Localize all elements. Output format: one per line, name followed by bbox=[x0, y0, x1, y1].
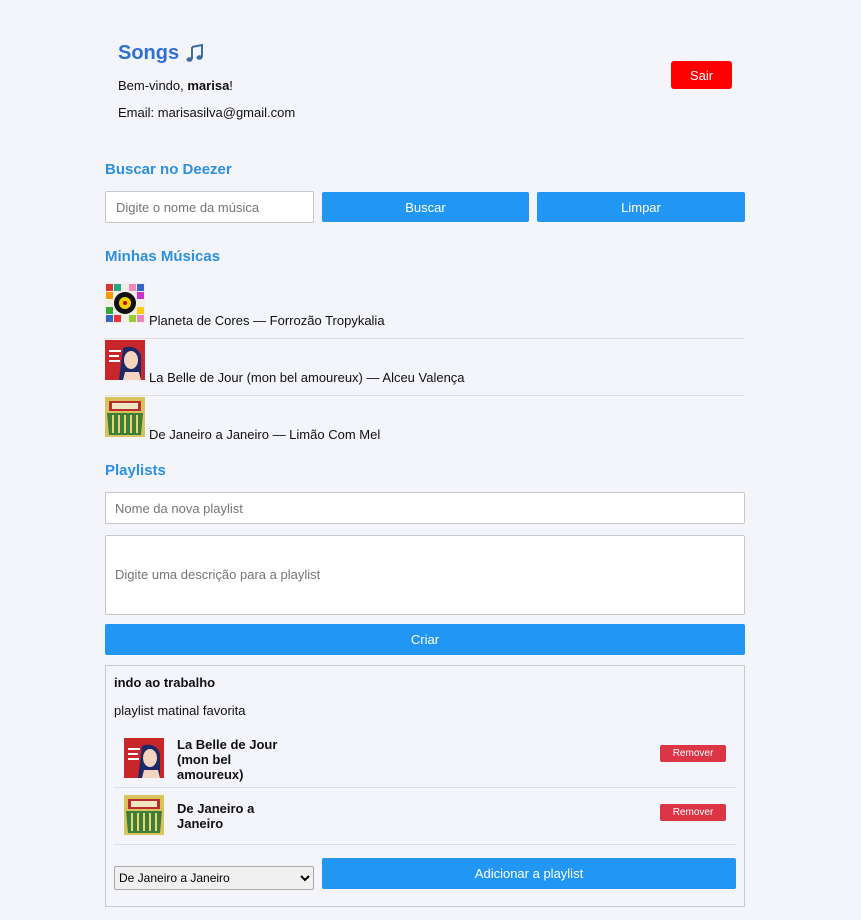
playlists-section-title: Playlists bbox=[105, 462, 166, 479]
song-title: La Belle de Jour (mon bel amoureux) — Al… bbox=[149, 370, 465, 385]
my-songs-list: Planeta de Cores — Forrozão Tropykalia L… bbox=[105, 282, 745, 453]
search-section-title: Buscar no Deezer bbox=[105, 161, 232, 178]
playlist-song-title: La Belle de Jour (mon bel amoureux) bbox=[177, 737, 278, 782]
album-cover-la-belle-de-jour bbox=[105, 340, 145, 380]
search-button[interactable]: Buscar bbox=[322, 192, 529, 222]
email-text: Email: marisasilva@gmail.com bbox=[118, 105, 295, 120]
app-title-text: Songs bbox=[118, 42, 180, 64]
album-cover-de-janeiro-a-janeiro bbox=[124, 795, 164, 835]
playlist-title: indo ao trabalho bbox=[114, 675, 216, 690]
album-cover-planeta-de-cores bbox=[105, 283, 145, 323]
playlist-card: indo ao trabalho playlist matinal favori… bbox=[105, 665, 745, 907]
album-cover-la-belle-de-jour bbox=[124, 738, 164, 778]
playlist-description-input[interactable] bbox=[105, 535, 745, 615]
my-songs-section-title: Minhas Músicas bbox=[105, 248, 221, 265]
header: Songs Bem-vindo, marisa! Email: marisasi… bbox=[105, 0, 745, 150]
welcome-suffix: ! bbox=[229, 78, 233, 93]
page: Songs Bem-vindo, marisa! Email: marisasi… bbox=[105, 0, 745, 907]
list-item[interactable]: De Janeiro a Janeiro — Limão Com Mel bbox=[105, 396, 745, 453]
song-select[interactable]: De Janeiro a Janeiro bbox=[114, 866, 314, 890]
app-title: Songs bbox=[118, 42, 205, 65]
song-title: De Janeiro a Janeiro — Limão Com Mel bbox=[149, 427, 381, 442]
add-to-playlist-button[interactable]: Adicionar a playlist bbox=[322, 858, 736, 889]
create-playlist-button[interactable]: Criar bbox=[105, 624, 745, 655]
clear-button[interactable]: Limpar bbox=[537, 192, 745, 222]
welcome-prefix: Bem-vindo, bbox=[118, 78, 188, 93]
username: marisa bbox=[187, 78, 230, 93]
playlist-name-input[interactable] bbox=[105, 492, 745, 524]
remove-song-button[interactable]: Remover bbox=[660, 745, 726, 762]
email-value: marisasilva@gmail.com bbox=[157, 105, 296, 120]
list-item[interactable]: Planeta de Cores — Forrozão Tropykalia bbox=[105, 282, 745, 339]
music-note-icon bbox=[186, 43, 204, 62]
album-cover-de-janeiro-a-janeiro bbox=[105, 397, 145, 437]
playlist-description: playlist matinal favorita bbox=[114, 703, 246, 718]
email-label: Email: bbox=[118, 105, 158, 120]
search-row: Buscar Limpar bbox=[105, 191, 745, 223]
song-title: Planeta de Cores — Forrozão Tropykalia bbox=[149, 313, 385, 328]
logout-button[interactable]: Sair bbox=[671, 61, 732, 89]
remove-song-button[interactable]: Remover bbox=[660, 804, 726, 821]
playlist-songs: La Belle de Jour (mon bel amoureux) Remo… bbox=[114, 729, 736, 845]
search-input[interactable] bbox=[105, 191, 314, 223]
welcome-text: Bem-vindo, marisa! bbox=[118, 78, 233, 93]
list-item[interactable]: La Belle de Jour (mon bel amoureux) — Al… bbox=[105, 339, 745, 396]
playlist-song-row: De Janeiro a Janeiro Remover bbox=[114, 788, 736, 845]
playlist-song-row: La Belle de Jour (mon bel amoureux) Remo… bbox=[114, 729, 736, 788]
playlist-song-title: De Janeiro a Janeiro bbox=[177, 801, 255, 831]
